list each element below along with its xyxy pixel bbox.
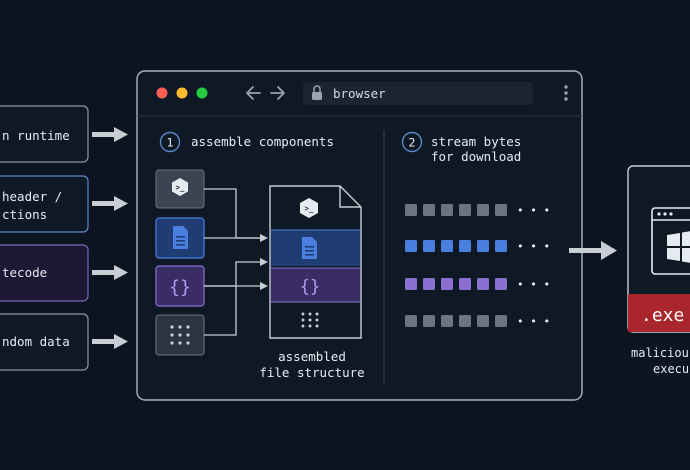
address-bar[interactable]: browser bbox=[303, 82, 533, 105]
byte-block bbox=[405, 204, 417, 216]
byte-block bbox=[459, 315, 471, 327]
terminal-glyph: >_ bbox=[175, 183, 185, 192]
input-box-header-line1: header / bbox=[2, 189, 62, 204]
component-document bbox=[155, 217, 205, 259]
byte-block bbox=[495, 240, 507, 252]
byte-block bbox=[423, 278, 435, 290]
exe-caption-line2: execu bbox=[653, 362, 689, 376]
assembled-file: >_ {} bbox=[269, 185, 362, 339]
byte-block bbox=[495, 315, 507, 327]
step1-label: assemble components bbox=[191, 134, 334, 149]
byte-block bbox=[441, 240, 453, 252]
byte-block bbox=[459, 240, 471, 252]
byte-stream-ellipsis: • • • bbox=[517, 278, 550, 291]
byte-block bbox=[459, 204, 471, 216]
component-dots bbox=[155, 314, 205, 356]
assembled-caption-line2: file structure bbox=[259, 365, 364, 380]
byte-stream-row: • • • bbox=[405, 278, 550, 291]
step2-number: 2 bbox=[409, 136, 416, 150]
input-box-header: header / ctions bbox=[0, 175, 89, 233]
diagram-canvas: n runtime header / ctions tecode ndom da… bbox=[0, 70, 690, 401]
arrow-input-1 bbox=[92, 127, 128, 142]
byte-block bbox=[441, 278, 453, 290]
assembled-terminal-glyph: >_ bbox=[304, 204, 314, 213]
exe-caption-line1: malicious bbox=[631, 346, 690, 360]
assembled-document-icon bbox=[302, 237, 317, 259]
input-box-random-data: ndom data bbox=[0, 313, 89, 371]
byte-stream-ellipsis: • • • bbox=[517, 204, 550, 217]
byte-block bbox=[477, 204, 489, 216]
window-close-dot[interactable] bbox=[156, 87, 168, 99]
byte-block bbox=[423, 240, 435, 252]
window-minimize-dot[interactable] bbox=[176, 87, 188, 99]
input-arrows bbox=[92, 127, 128, 349]
input-box-runtime-text: n runtime bbox=[2, 128, 70, 143]
byte-stream-ellipsis: • • • bbox=[517, 240, 550, 253]
step2-label-line1: stream bytes bbox=[431, 134, 521, 149]
input-box-header-line2: ctions bbox=[2, 207, 47, 222]
component-terminal: >_ bbox=[155, 169, 205, 209]
input-box-bytecode-text: tecode bbox=[2, 265, 47, 280]
assembled-braces-icon: {} bbox=[300, 277, 320, 297]
byte-block bbox=[477, 240, 489, 252]
byte-block bbox=[477, 278, 489, 290]
step1-number: 1 bbox=[167, 136, 174, 150]
byte-stream-ellipsis: • • • bbox=[517, 315, 550, 328]
step2-label-line2: for download bbox=[431, 149, 521, 164]
byte-stream-row: • • • bbox=[405, 204, 550, 217]
braces-icon: {} bbox=[169, 277, 191, 298]
byte-block bbox=[495, 204, 507, 216]
byte-stream-row: • • • bbox=[405, 240, 550, 253]
exe-window: .exe bbox=[627, 165, 690, 333]
address-bar-text: browser bbox=[333, 86, 386, 101]
component-braces: {} bbox=[155, 265, 205, 307]
byte-block bbox=[441, 315, 453, 327]
assembled-caption-line1: assembled bbox=[278, 349, 346, 364]
arrow-input-2 bbox=[92, 196, 128, 211]
input-box-runtime: n runtime bbox=[0, 105, 89, 163]
arrow-input-3 bbox=[92, 265, 128, 280]
byte-block bbox=[423, 204, 435, 216]
document-icon bbox=[173, 226, 188, 249]
window-maximize-dot[interactable] bbox=[196, 87, 208, 99]
input-box-random-data-text: ndom data bbox=[2, 334, 70, 349]
input-box-bytecode: tecode bbox=[0, 244, 89, 302]
byte-block bbox=[405, 315, 417, 327]
byte-block bbox=[495, 278, 507, 290]
byte-block bbox=[405, 240, 417, 252]
byte-stream-row: • • • bbox=[405, 315, 550, 328]
byte-block bbox=[441, 204, 453, 216]
arrow-input-4 bbox=[92, 334, 128, 349]
byte-block bbox=[477, 315, 489, 327]
byte-block bbox=[405, 278, 417, 290]
more-menu-icon[interactable] bbox=[564, 85, 568, 101]
exe-badge-text: .exe bbox=[641, 305, 684, 326]
byte-block bbox=[423, 315, 435, 327]
byte-block bbox=[459, 278, 471, 290]
assembled-dots-icon bbox=[301, 312, 319, 328]
